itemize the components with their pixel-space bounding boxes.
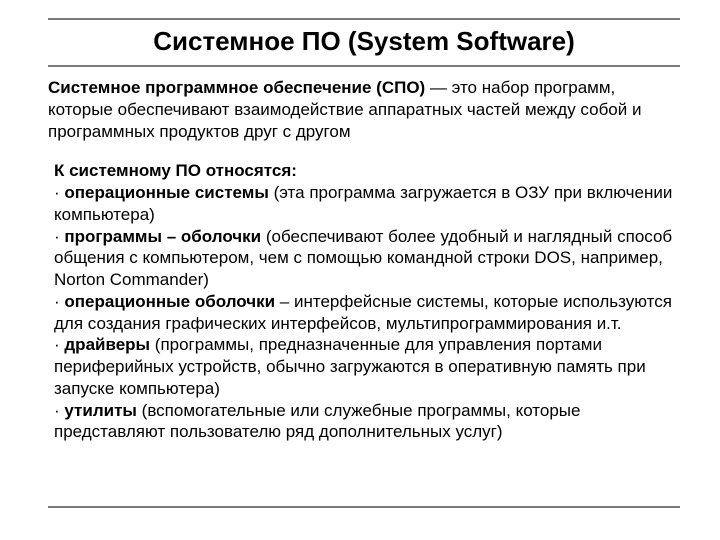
divider-under-title [48,65,680,67]
bullet-icon: · [54,292,64,311]
list-block: К системному ПО относятся: · операционны… [48,160,680,443]
list-item: · операционные системы (эта программа за… [54,182,680,226]
bullet-icon: · [54,183,64,202]
list-item-term: драйверы [64,335,150,354]
list-item-term: операционные системы [64,183,268,202]
list-item-term: операционные оболочки [64,292,275,311]
list-item: · операционные оболочки – интерфейсные с… [54,291,680,335]
intro-lead-bold: Системное программное обеспечение (СПО) [48,78,425,97]
list-item: · программы – оболочки (обеспечивают бол… [54,226,680,291]
list-item-term: программы – оболочки [64,227,261,246]
slide: Системное ПО (System Software) Системное… [0,0,720,540]
list-item-term: утилиты [64,401,137,420]
list-item: · утилиты (вспомогательные или служебные… [54,400,680,444]
intro-paragraph: Системное программное обеспечение (СПО) … [48,77,680,142]
list-item: · драйверы (программы, предназначенные д… [54,334,680,399]
slide-title: Системное ПО (System Software) [48,26,680,57]
divider-top [48,18,680,20]
list-heading: К системному ПО относятся: [54,161,297,180]
bullet-icon: · [54,401,64,420]
divider-bottom [48,506,680,508]
bullet-icon: · [54,335,64,354]
bullet-icon: · [54,227,64,246]
